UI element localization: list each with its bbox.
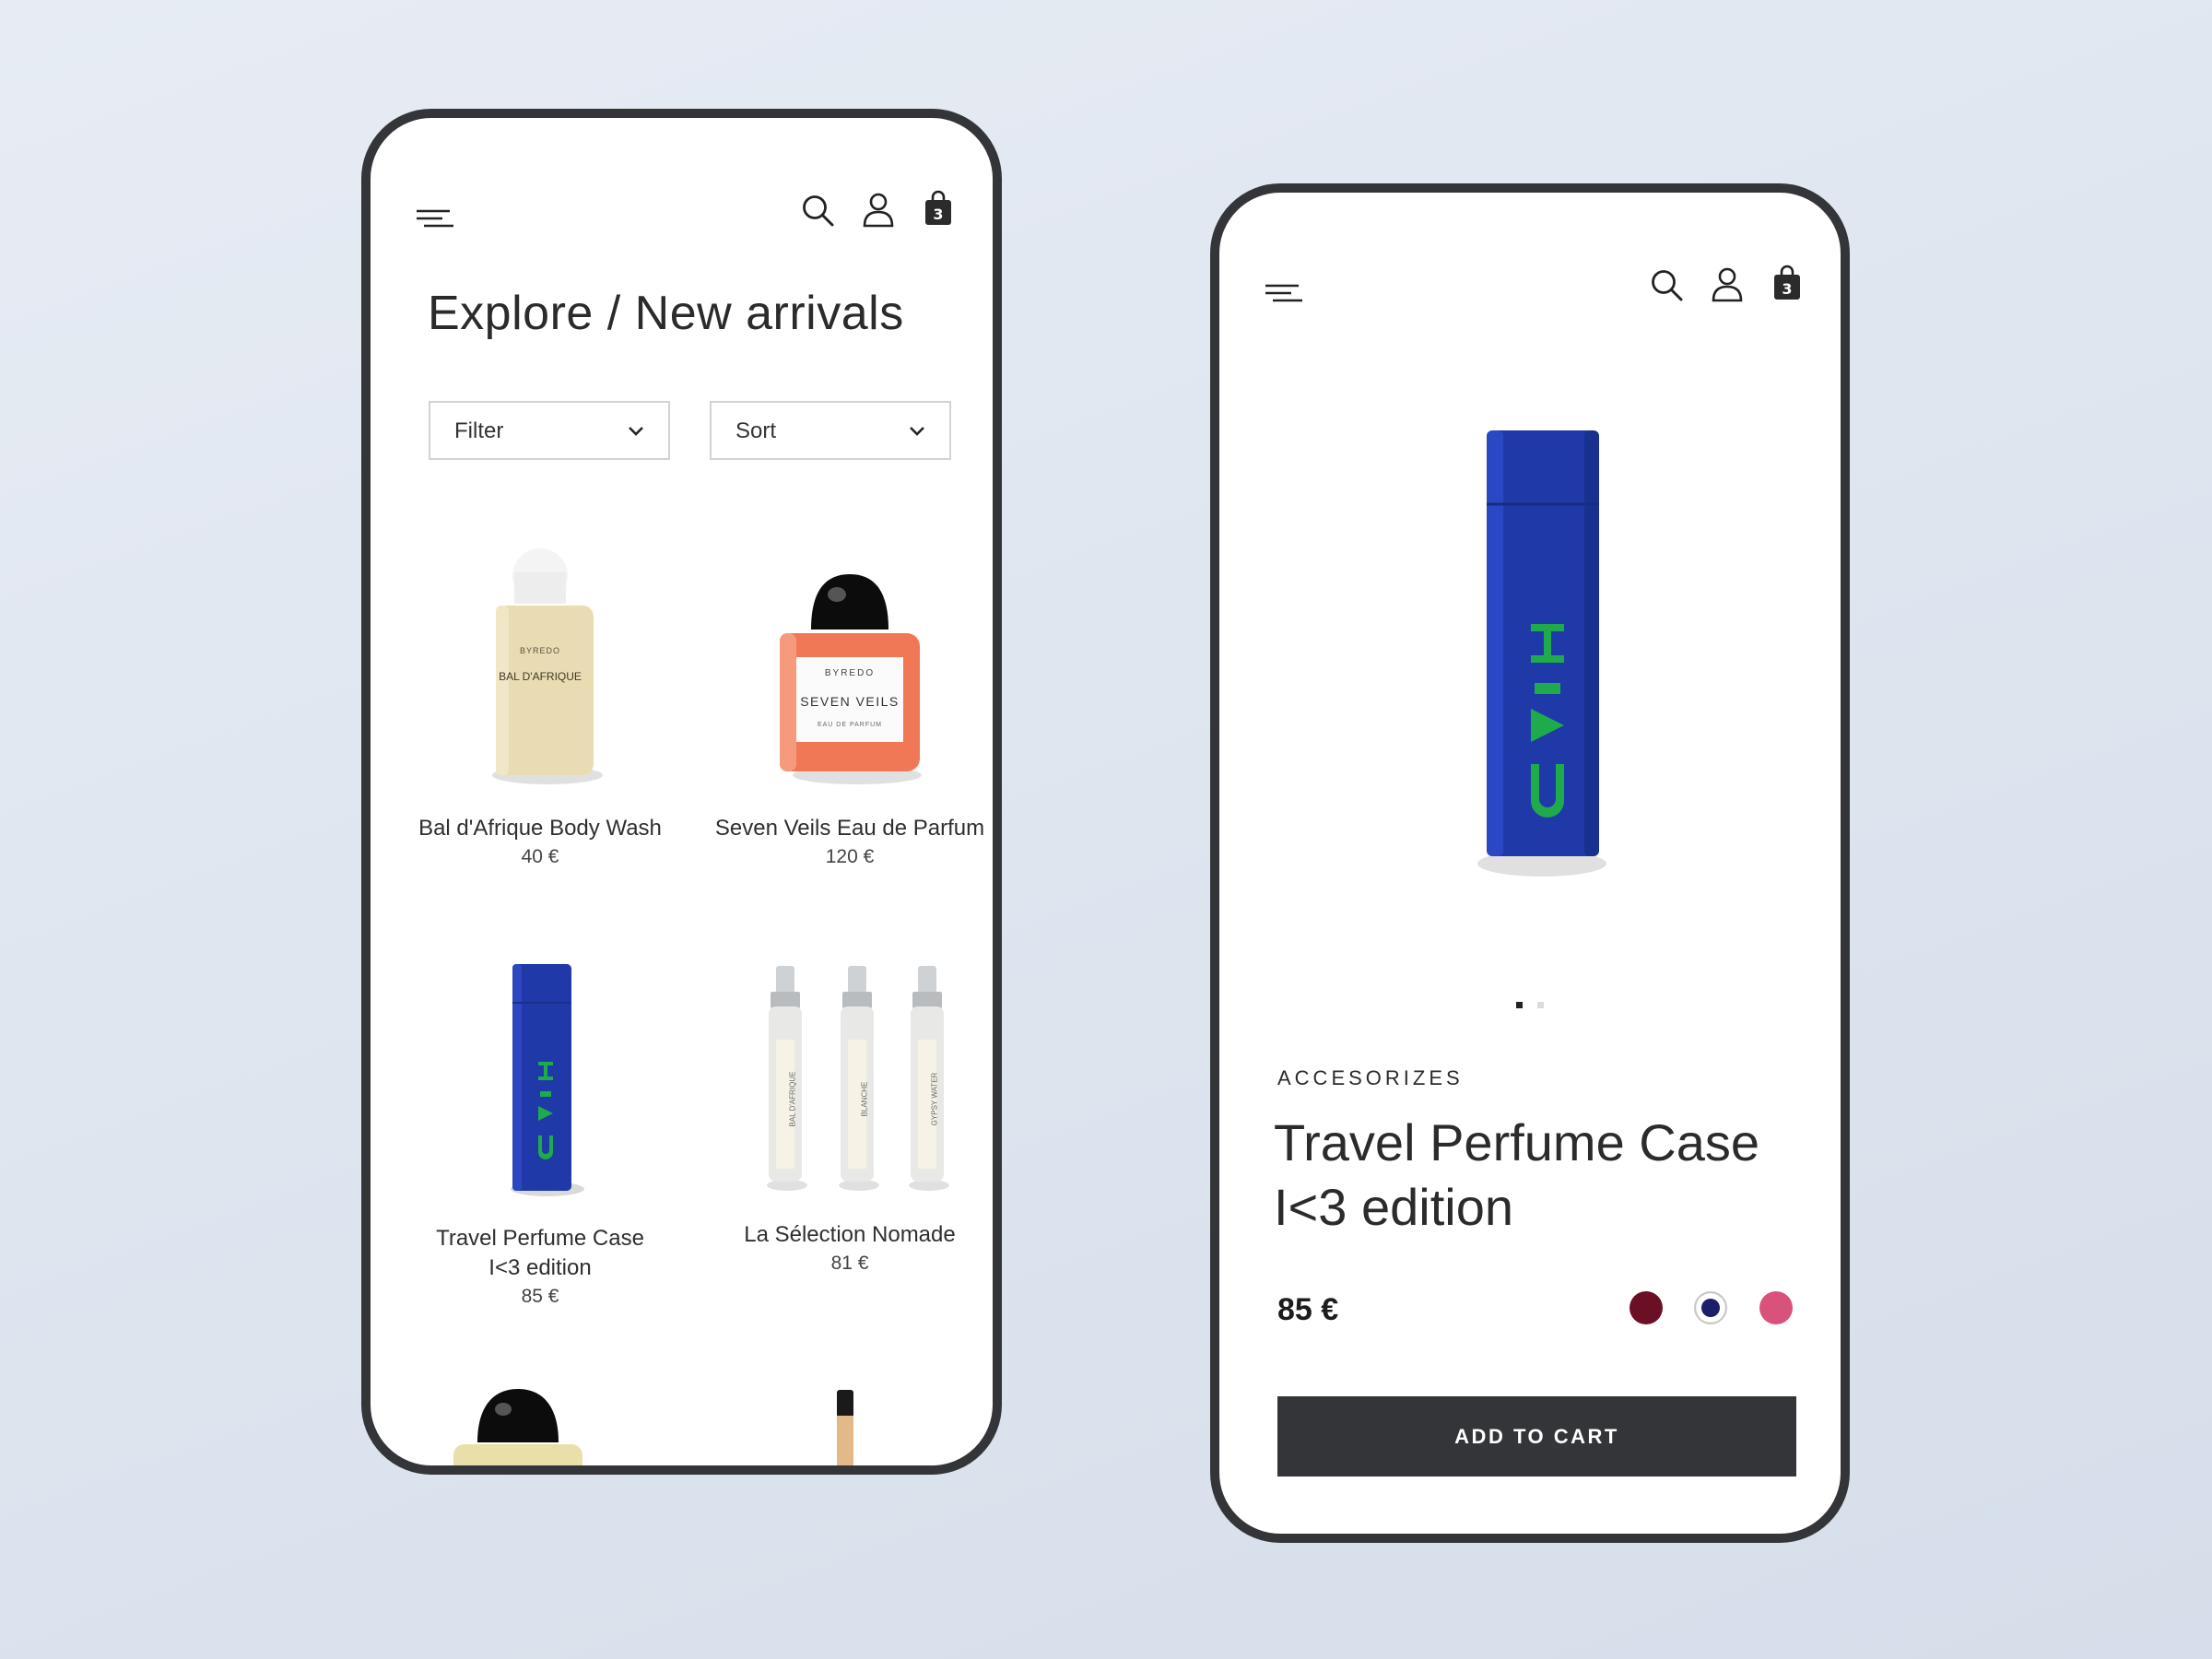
detail-header: 3 bbox=[1219, 193, 1841, 303]
color-swatch-pink[interactable] bbox=[1759, 1291, 1793, 1324]
chevron-down-icon bbox=[629, 427, 643, 436]
product-name-line1: Travel Perfume Case bbox=[436, 1226, 644, 1251]
product-hero-image[interactable] bbox=[1219, 414, 1841, 893]
product-title: Travel Perfume Case I<3 edition bbox=[1274, 1111, 1790, 1240]
chevron-down-icon bbox=[910, 427, 924, 436]
color-swatch-burgundy[interactable] bbox=[1630, 1291, 1663, 1324]
search-icon[interactable] bbox=[1650, 268, 1685, 303]
user-icon[interactable] bbox=[862, 192, 895, 229]
filter-label: Filter bbox=[454, 418, 504, 443]
product-price: 40 € bbox=[521, 846, 559, 867]
product-image: BAL D'AFRIQUE BLANCHE GYPSY WATER bbox=[730, 947, 970, 1224]
vial-label: GYPSY WATER bbox=[930, 1072, 939, 1126]
product-card[interactable]: BAL D'AFRIQUE BLANCHE GYPSY WATER La Sél… bbox=[702, 947, 993, 1277]
product-price: 120 € bbox=[825, 846, 875, 867]
carousel-dot-active[interactable] bbox=[1516, 1002, 1523, 1008]
menu-icon[interactable] bbox=[1265, 277, 1304, 309]
bottle-label-text: BAL D'AFRIQUE bbox=[499, 670, 582, 683]
listing-screen: 3 Explore / New arrivals Filter Sort BYR… bbox=[361, 109, 1002, 1475]
product-title-line1: Travel Perfume Case bbox=[1274, 1113, 1759, 1171]
product-image: BYREDO SEVEN VEILS EAU DE PARFUM bbox=[748, 537, 951, 814]
product-image: BYREDO BAL D'AFRIQUE bbox=[448, 537, 632, 814]
cart-bag-icon[interactable]: 3 bbox=[1772, 265, 1802, 301]
cart-count-badge: 3 bbox=[933, 206, 944, 223]
product-name-line2: I<3 edition bbox=[488, 1255, 592, 1280]
product-price: 85 € bbox=[521, 1286, 559, 1307]
product-detail-screen: 3 ACCESORIZES Travel Perfume Case I<3 ed… bbox=[1210, 183, 1850, 1543]
vial-label: BAL D'AFRIQUE bbox=[788, 1071, 797, 1127]
user-icon[interactable] bbox=[1711, 266, 1744, 303]
page-title: Explore / New arrivals bbox=[428, 287, 904, 340]
sort-label: Sort bbox=[735, 418, 777, 443]
product-name: Bal d'Afrique Body Wash bbox=[418, 816, 662, 841]
product-name: Seven Veils Eau de Parfum bbox=[714, 816, 985, 841]
product-card[interactable]: Travel Perfume Case I<3 edition 85 € bbox=[393, 947, 688, 1311]
product-card-partial[interactable] bbox=[453, 1378, 582, 1465]
bottle-label-text: SEVEN VEILS bbox=[800, 694, 900, 709]
sort-dropdown[interactable]: Sort bbox=[710, 401, 951, 460]
bottle-label-brand: BYREDO bbox=[824, 668, 876, 678]
add-to-cart-button[interactable]: ADD TO CART bbox=[1277, 1396, 1796, 1477]
color-swatch-navy-selected[interactable] bbox=[1694, 1291, 1727, 1324]
listing-header: 3 bbox=[371, 118, 993, 229]
bottle-label-sub: EAU DE PARFUM bbox=[817, 722, 883, 728]
cart-count-badge: 3 bbox=[1782, 280, 1793, 298]
cart-bag-icon[interactable]: 3 bbox=[924, 190, 953, 227]
product-price: 81 € bbox=[830, 1253, 869, 1274]
product-name: La Sélection Nomade bbox=[744, 1222, 956, 1247]
product-card-partial[interactable] bbox=[831, 1381, 859, 1465]
carousel-dot[interactable] bbox=[1537, 1002, 1544, 1008]
carousel-indicator bbox=[1219, 996, 1841, 1013]
product-image bbox=[448, 947, 632, 1224]
menu-icon[interactable] bbox=[417, 203, 455, 234]
search-icon[interactable] bbox=[801, 194, 836, 229]
product-card[interactable]: BYREDO SEVEN VEILS EAU DE PARFUM Seven V… bbox=[702, 537, 993, 871]
product-title-line2: I<3 edition bbox=[1274, 1178, 1513, 1236]
vial-label: BLANCHE bbox=[860, 1081, 869, 1117]
filter-dropdown[interactable]: Filter bbox=[429, 401, 670, 460]
product-price: 85 € bbox=[1277, 1292, 1339, 1327]
bottle-label-brand: BYREDO bbox=[519, 646, 560, 655]
product-card[interactable]: BYREDO BAL D'AFRIQUE Bal d'Afrique Body … bbox=[393, 537, 688, 871]
product-category: ACCESORIZES bbox=[1277, 1066, 1464, 1089]
